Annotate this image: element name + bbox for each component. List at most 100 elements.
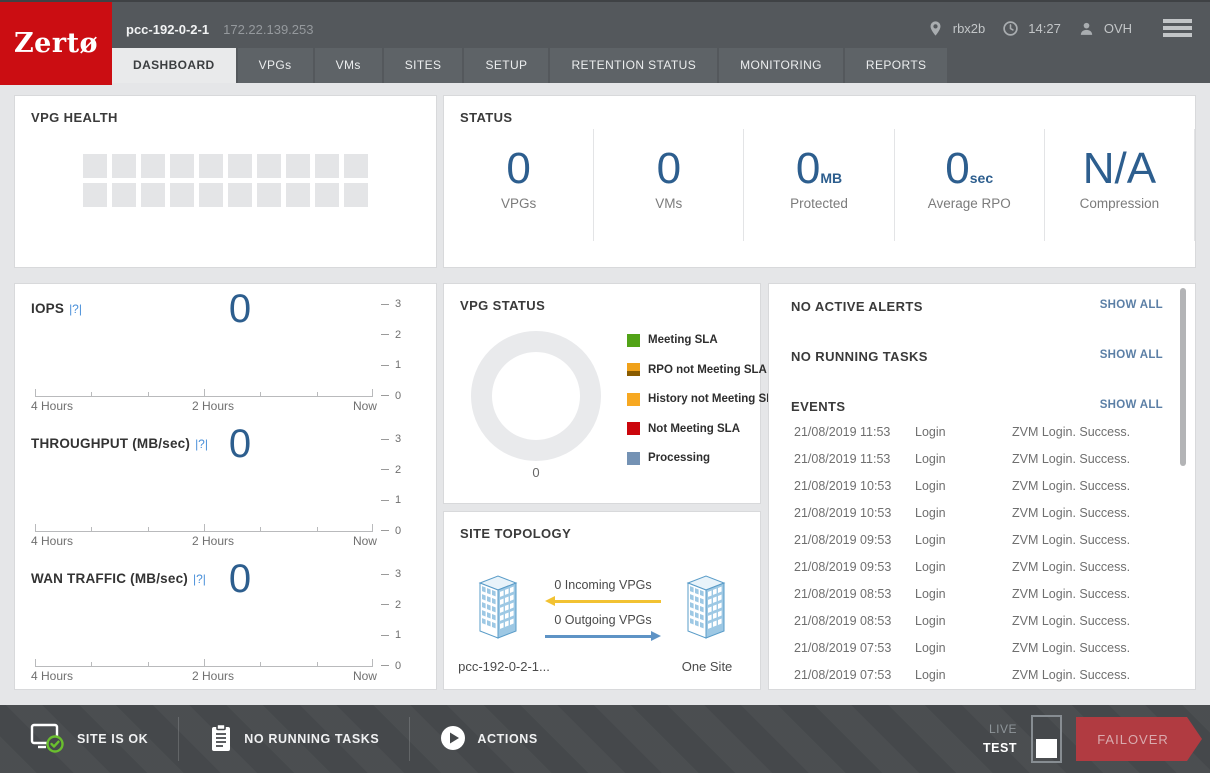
event-type: Login	[915, 668, 946, 682]
vpg-health-cell	[315, 183, 339, 207]
events-scrollbar[interactable]	[1180, 288, 1186, 466]
legend-item: RPO not Meeting SLA	[627, 360, 782, 380]
site-status-indicator[interactable]: SITE IS OK	[0, 717, 178, 761]
events-list: 21/08/2019 11:53 Login ZVM Login. Succes…	[769, 420, 1195, 690]
outgoing-vpgs-label: 0 Outgoing VPGs	[554, 613, 651, 627]
tab[interactable]: RETENTION STATUS	[550, 48, 717, 83]
event-type: Login	[915, 641, 946, 655]
user-label: OVH	[1104, 21, 1132, 36]
tab[interactable]: REPORTS	[845, 48, 948, 83]
running-tasks-indicator[interactable]: NO RUNNING TASKS	[179, 717, 409, 761]
tab-label: SITES	[405, 58, 442, 72]
vpg-health-title: VPG HEALTH	[31, 110, 118, 125]
time-label: 14:27	[1028, 21, 1061, 36]
incoming-arrow-icon	[545, 596, 661, 606]
performance-chart: WAN TRAFFIC (MB/sec)|?| 0 3 2 1 0 4 Hour…	[15, 554, 436, 689]
vpg-health-cell	[112, 183, 136, 207]
x-label-end: Now	[353, 669, 377, 683]
site-ok-icon	[30, 722, 66, 757]
tab[interactable]: SITES	[384, 48, 463, 83]
vpg-health-cell	[344, 154, 368, 178]
site-topology-title: SITE TOPOLOGY	[460, 526, 571, 541]
alerts-show-all-link[interactable]: SHOW ALL	[1100, 299, 1163, 311]
vpg-health-cell	[228, 183, 252, 207]
vpg-health-cell	[170, 183, 194, 207]
metric-label: Protected	[790, 196, 848, 211]
event-timestamp: 21/08/2019 09:53	[794, 560, 891, 574]
tasks-show-all-link[interactable]: SHOW ALL	[1100, 349, 1163, 361]
site-topology-panel: SITE TOPOLOGY 0 Incoming VPGs	[443, 511, 761, 690]
live-test-toggle[interactable]	[1031, 715, 1062, 763]
running-tasks-label: NO RUNNING TASKS	[244, 732, 379, 746]
metric-value: 0	[657, 147, 681, 191]
vpg-health-cell	[199, 154, 223, 178]
donut-total-value: 0	[471, 465, 601, 480]
chart-current-value: 0	[165, 422, 315, 467]
legend-swatch	[627, 452, 640, 465]
chart-plot-area	[35, 531, 373, 532]
tab-label: VPGs	[259, 58, 292, 72]
outgoing-arrow-icon	[545, 631, 661, 641]
vpg-health-cell	[170, 154, 194, 178]
event-row: 21/08/2019 07:53 Login ZVM Login. Succes…	[769, 636, 1195, 663]
status-panel: STATUS 0 VPGs 0 VMs 0 MB	[443, 95, 1196, 268]
failover-button[interactable]: FAILOVER	[1076, 717, 1202, 761]
chart-y-axis: 3 2 1 0	[381, 568, 427, 672]
event-timestamp: 21/08/2019 08:53	[794, 587, 891, 601]
legend-label: RPO not Meeting SLA	[648, 364, 767, 376]
tab[interactable]: DASHBOARD	[112, 48, 236, 83]
legend-label: Not Meeting SLA	[648, 423, 740, 435]
event-type: Login	[915, 533, 946, 547]
tab-label: VMs	[336, 58, 361, 72]
event-description: ZVM Login. Success.	[1012, 560, 1130, 574]
event-timestamp: 21/08/2019 08:53	[794, 614, 891, 628]
metric-unit: sec	[970, 170, 993, 186]
legend-item: Processing	[627, 448, 782, 468]
vpg-health-grid	[15, 154, 436, 207]
tab[interactable]: SETUP	[464, 48, 548, 83]
chart-help-link[interactable]: |?|	[69, 302, 82, 316]
tab-label: DASHBOARD	[133, 58, 215, 72]
vpg-status-donut-chart	[471, 331, 601, 461]
tab[interactable]: VPGs	[238, 48, 313, 83]
mode-labels: LIVE TEST	[983, 720, 1017, 758]
vpg-health-cell	[257, 183, 281, 207]
legend-label: Processing	[648, 452, 710, 464]
event-timestamp: 21/08/2019 11:53	[794, 425, 890, 439]
event-type: Login	[915, 506, 946, 520]
actions-menu[interactable]: ACTIONS	[410, 717, 567, 761]
status-metric: 0 VMs	[594, 129, 744, 241]
metric-number: 0 sec	[945, 147, 993, 191]
event-type: Login	[915, 560, 946, 574]
event-row: 21/08/2019 08:53 Login ZVM Login. Succes…	[769, 609, 1195, 636]
event-description: ZVM Login. Success.	[1012, 533, 1130, 547]
test-mode-label: TEST	[983, 739, 1017, 758]
menu-icon[interactable]	[1163, 16, 1192, 40]
event-row: 21/08/2019 10:53 Login ZVM Login. Succes…	[769, 474, 1195, 501]
metric-value: 0	[796, 147, 820, 191]
tab[interactable]: VMs	[315, 48, 382, 83]
metric-unit: MB	[820, 170, 842, 186]
chart-title: IOPS	[31, 301, 64, 316]
event-row: 21/08/2019 08:53 Login ZVM Login. Succes…	[769, 582, 1195, 609]
event-type: Login	[915, 479, 946, 493]
site-status-label: SITE IS OK	[77, 732, 148, 746]
active-alerts-heading: NO ACTIVE ALERTS	[791, 299, 923, 314]
legend-swatch	[627, 422, 640, 435]
vpg-health-cell	[344, 183, 368, 207]
event-timestamp: 21/08/2019 07:53	[794, 668, 891, 682]
status-metrics: 0 VPGs 0 VMs 0 MB Protected	[444, 129, 1195, 241]
vpg-health-cell	[286, 154, 310, 178]
alerts-events-panel: NO ACTIVE ALERTS SHOW ALL NO RUNNING TAS…	[768, 283, 1196, 690]
events-show-all-link[interactable]: SHOW ALL	[1100, 399, 1163, 411]
legend-item: Not Meeting SLA	[627, 419, 782, 439]
tab[interactable]: MONITORING	[719, 48, 843, 83]
x-label-middle: 2 Hours	[192, 669, 234, 683]
clock-icon	[1002, 20, 1019, 37]
tab-label: MONITORING	[740, 58, 822, 72]
tasks-clipboard-icon	[209, 723, 233, 756]
event-timestamp: 21/08/2019 10:53	[794, 506, 891, 520]
vpg-health-cell	[286, 183, 310, 207]
vpg-health-cell	[83, 183, 107, 207]
event-timestamp: 21/08/2019 09:53	[794, 533, 891, 547]
